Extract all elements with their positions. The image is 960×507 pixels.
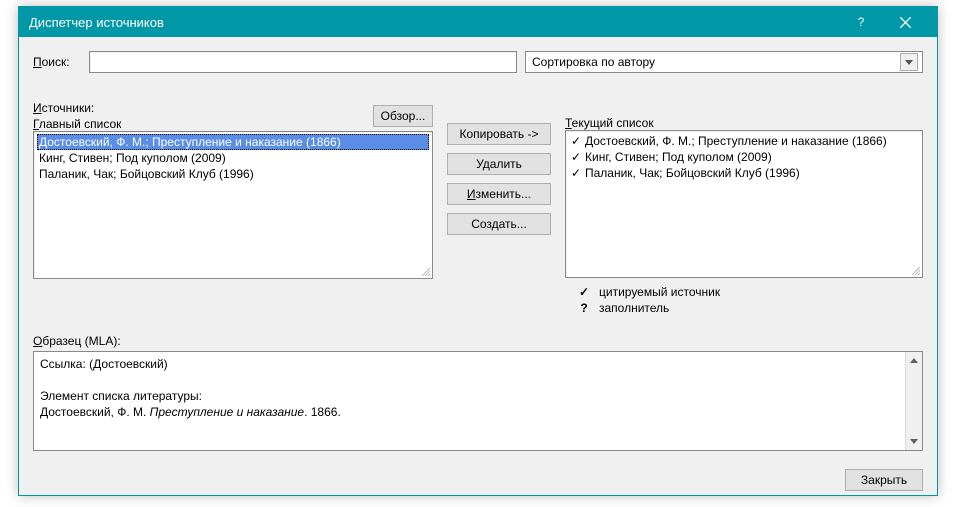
list-item[interactable]: ✓Достоевский, Ф. М.; Преступление и нака… [569, 133, 919, 149]
list-item[interactable]: Паланик, Чак; Бойцовский Клуб (1996) [37, 166, 429, 182]
list-item[interactable]: Достоевский, Ф. М.; Преступление и наказ… [37, 134, 429, 150]
titlebar: Диспетчер источников ? [19, 7, 937, 37]
master-list-label: Главный список [33, 117, 121, 131]
preview-citation: Ссылка: (Достоевский) [40, 356, 899, 372]
question-icon: ? [577, 300, 591, 316]
preview-section: Образец (MLA): Ссылка: (Достоевский) Эле… [33, 334, 923, 451]
browse-button[interactable]: Обзор... [373, 105, 433, 127]
sort-selected-value: Сортировка по автору [532, 55, 655, 69]
scroll-up-icon [906, 352, 923, 369]
help-icon: ? [858, 15, 865, 29]
edit-button[interactable]: Изменить... [447, 183, 551, 205]
sort-select[interactable]: Сортировка по автору [525, 51, 923, 73]
sources-label: Источники: [33, 101, 121, 115]
chevron-down-icon [900, 53, 918, 71]
list-item[interactable]: Кинг, Стивен; Под куполом (2009) [37, 150, 429, 166]
preview-box: Ссылка: (Достоевский) Элемент списка лит… [33, 351, 923, 451]
legend-placeholder: заполнитель [599, 301, 669, 315]
search-label: Поиск: [33, 55, 81, 69]
client-area: Поиск: Сортировка по автору Источники: Г… [19, 37, 937, 501]
resize-grip-icon [419, 265, 431, 277]
copy-button[interactable]: Копировать -> [447, 123, 551, 145]
preview-label: Образец (MLA): [33, 334, 923, 348]
search-row: Поиск: Сортировка по автору [33, 51, 923, 73]
master-column: Источники: Главный список Обзор... Досто… [33, 101, 433, 279]
legend-cited: цитируемый источник [599, 285, 720, 299]
source-manager-dialog: Диспетчер источников ? Поиск: Сортировка… [18, 6, 938, 496]
preview-biblio-label: Элемент списка литературы: [40, 388, 899, 404]
help-button[interactable]: ? [839, 7, 883, 37]
master-list[interactable]: Достоевский, Ф. М.; Преступление и наказ… [33, 131, 433, 279]
edit-button-rest: зменить... [476, 187, 532, 201]
legend: ✓ цитируемый источник ? заполнитель [565, 284, 923, 316]
check-icon: ✓ [571, 150, 585, 164]
footer: Закрыть [33, 451, 923, 491]
check-icon: ✓ [577, 284, 591, 300]
delete-button[interactable]: Удалить [447, 153, 551, 175]
search-input[interactable] [89, 51, 517, 73]
current-column: Текущий список ✓Достоевский, Ф. М.; Прес… [565, 101, 923, 316]
check-icon: ✓ [571, 166, 585, 180]
window-close-button[interactable] [883, 7, 927, 37]
current-list-label: Текущий список [565, 116, 923, 130]
close-button[interactable]: Закрыть [845, 469, 923, 491]
scroll-down-icon [906, 433, 923, 450]
lists-area: Источники: Главный список Обзор... Досто… [33, 101, 923, 316]
preview-biblio-entry: Достоевский, Ф. М. Преступление и наказа… [40, 404, 899, 420]
close-icon [900, 17, 911, 28]
action-buttons-column: Копировать -> Удалить Изменить... Создат… [447, 101, 551, 235]
list-item[interactable]: ✓Кинг, Стивен; Под куполом (2009) [569, 149, 919, 165]
window-title: Диспетчер источников [29, 15, 839, 30]
current-list[interactable]: ✓Достоевский, Ф. М.; Преступление и нака… [565, 130, 923, 278]
list-item[interactable]: ✓Паланик, Чак; Бойцовский Клуб (1996) [569, 165, 919, 181]
preview-content: Ссылка: (Достоевский) Элемент списка лит… [34, 352, 905, 450]
resize-grip-icon [909, 264, 921, 276]
create-button[interactable]: Создать... [447, 213, 551, 235]
check-icon: ✓ [571, 134, 585, 148]
preview-scrollbar[interactable] [905, 352, 922, 450]
